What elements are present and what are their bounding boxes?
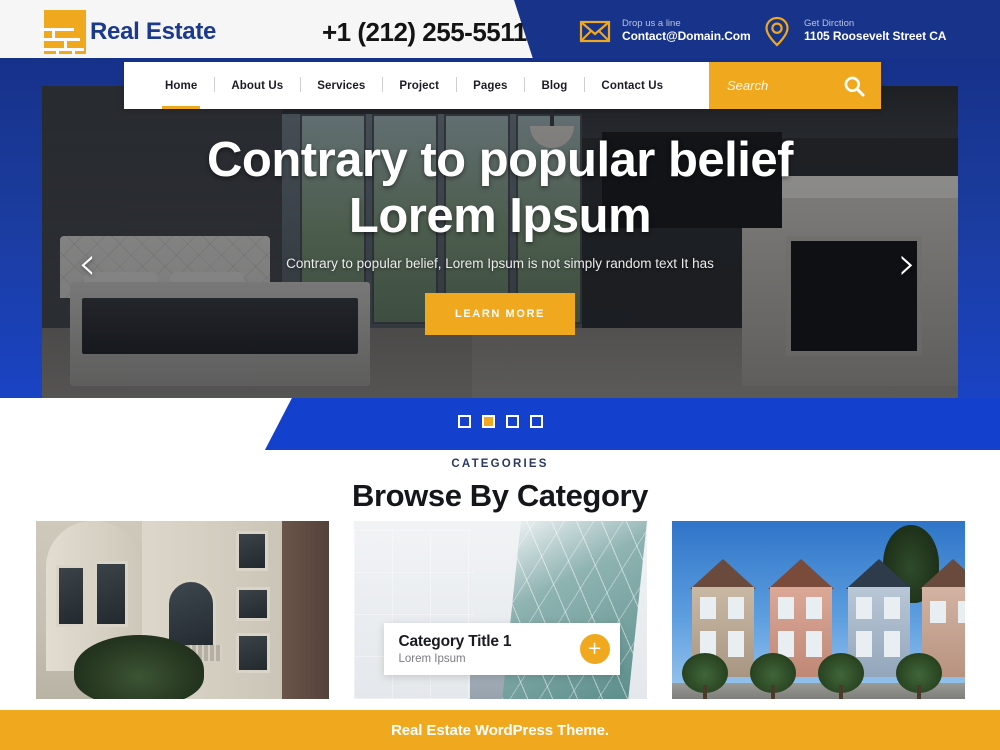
category-card[interactable] bbox=[671, 521, 965, 699]
chevron-left-icon[interactable]: ‹ bbox=[78, 240, 96, 286]
search-input[interactable] bbox=[727, 78, 837, 93]
nav-item-contact-us[interactable]: Contact Us bbox=[584, 62, 680, 109]
header-location-block[interactable]: Get Dirction 1105 Roosevelt Street CA bbox=[760, 14, 946, 48]
nav-menu: Home About Us Services Project Pages Blo… bbox=[124, 62, 709, 109]
hero-content: Contrary to popular belief Lorem Ipsum C… bbox=[42, 86, 958, 398]
slider-dot-1[interactable] bbox=[457, 415, 471, 428]
nav-item-pages[interactable]: Pages bbox=[456, 62, 524, 109]
envelope-icon bbox=[579, 20, 611, 43]
hero-subtitle: Contrary to popular belief, Lorem Ipsum … bbox=[286, 256, 714, 271]
page-title: Browse By Category bbox=[351, 478, 648, 513]
nav-item-about-us[interactable]: About Us bbox=[214, 62, 300, 109]
hero-title-line-1: Contrary to popular belief bbox=[207, 133, 793, 187]
category-card-subtitle: Lorem Ipsum bbox=[398, 653, 466, 665]
nav-item-services[interactable]: Services bbox=[300, 62, 382, 109]
site-header: Real Estate +1 (212) 255-5511 Drop us a … bbox=[0, 0, 1000, 62]
slider-pagination bbox=[0, 415, 1000, 428]
site-footer: Real Estate WordPress Theme. bbox=[0, 710, 1000, 750]
hero-slider: Contrary to popular belief Lorem Ipsum C… bbox=[42, 86, 958, 398]
nav-item-project[interactable]: Project bbox=[382, 62, 456, 109]
header-phone[interactable]: +1 (212) 255-5511 bbox=[322, 17, 527, 48]
nav-item-home[interactable]: Home bbox=[148, 62, 214, 109]
category-card[interactable]: Category Title 1 Lorem Ipsum + bbox=[353, 521, 647, 699]
logo-text: Real Estate bbox=[90, 18, 217, 45]
nav-item-blog[interactable]: Blog bbox=[524, 62, 584, 109]
map-pin-icon bbox=[765, 16, 789, 47]
slider-dot-2[interactable] bbox=[481, 415, 495, 428]
main-navigation: Home About Us Services Project Pages Blo… bbox=[124, 62, 881, 109]
hero-title-line-2: Lorem Ipsum bbox=[348, 189, 652, 243]
learn-more-button[interactable]: LEARN MORE bbox=[425, 293, 575, 335]
location-value: 1105 Roosevelt Street CA bbox=[804, 29, 947, 44]
slider-dot-4[interactable] bbox=[529, 415, 543, 428]
site-logo[interactable]: Real Estate bbox=[38, 8, 216, 56]
chevron-right-icon[interactable]: › bbox=[898, 240, 916, 286]
categories-heading: CATEGORIES Browse By Category bbox=[0, 458, 1000, 514]
email-label: Drop us a line bbox=[622, 17, 681, 29]
location-label: Get Dirction bbox=[804, 17, 855, 29]
email-value: Contact@Domain.Com bbox=[622, 29, 751, 44]
category-card-title: Category Title 1 bbox=[398, 633, 512, 650]
brick-wall-icon bbox=[38, 8, 88, 56]
categories-eyebrow: CATEGORIES bbox=[451, 458, 549, 470]
hero-title: Contrary to popular belief Lorem Ipsum bbox=[207, 132, 793, 244]
search-box[interactable] bbox=[709, 62, 881, 109]
footer-text: Real Estate WordPress Theme. bbox=[391, 721, 609, 739]
plus-icon[interactable]: + bbox=[579, 634, 610, 664]
category-card-list: Category Title 1 Lorem Ipsum + bbox=[0, 521, 1000, 701]
category-card[interactable] bbox=[35, 521, 329, 699]
category-card-overlay: Category Title 1 Lorem Ipsum + bbox=[383, 623, 620, 675]
header-email-block[interactable]: Drop us a line Contact@Domain.Com bbox=[578, 14, 751, 48]
slider-dot-3[interactable] bbox=[505, 415, 519, 428]
page-root: Real Estate +1 (212) 255-5511 Drop us a … bbox=[0, 0, 1000, 750]
search-icon[interactable] bbox=[843, 75, 865, 97]
